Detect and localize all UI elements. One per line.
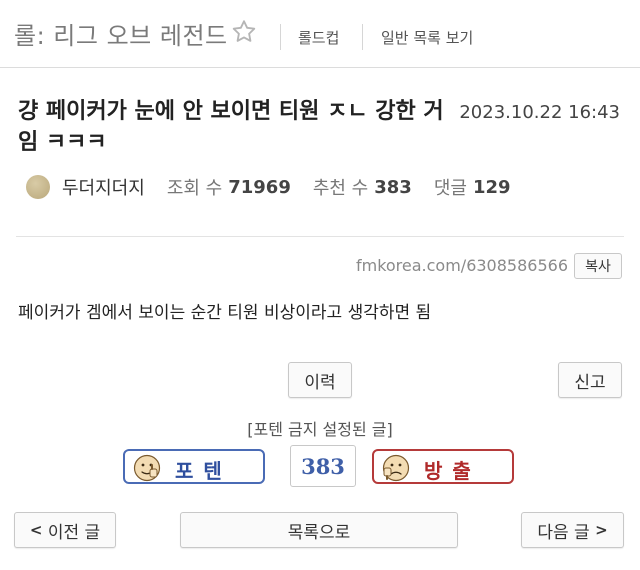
nav-link-general-list[interactable]: 일반 목록 보기 bbox=[381, 27, 473, 48]
report-button[interactable]: 신고 bbox=[558, 362, 622, 398]
post-meta: 두더지더지 조회 수 71969 추천 수 383 댓글 129 bbox=[26, 172, 533, 202]
next-post-label: 다음 글 bbox=[537, 522, 590, 543]
comments-count: 129 bbox=[472, 176, 511, 198]
short-url[interactable]: fmkorea.com/6308586566 bbox=[356, 256, 568, 275]
nav-divider bbox=[280, 24, 281, 50]
chevron-right-icon: > bbox=[595, 521, 608, 539]
views-label: 조회 수 bbox=[166, 178, 223, 199]
prev-post-label: 이전 글 bbox=[47, 522, 101, 543]
history-button[interactable]: 이력 bbox=[288, 362, 352, 398]
vote-up-button[interactable]: 포텐 bbox=[123, 449, 265, 484]
chevron-left-icon: < bbox=[29, 521, 43, 539]
comments-label: 댓글 bbox=[433, 178, 467, 199]
divider bbox=[16, 236, 624, 237]
copy-url-button[interactable]: 복사 bbox=[574, 253, 622, 279]
no-popular-notice: [포텐 금지 설정된 글] bbox=[247, 420, 393, 439]
vote-down-button[interactable]: 방출 bbox=[372, 449, 514, 484]
post-date: 2023.10.22 16:43 bbox=[459, 102, 620, 123]
thumbs-up-face-icon bbox=[133, 454, 161, 482]
board-header: 롤: 리그 오브 레전드 롤드컵 일반 목록 보기 bbox=[0, 0, 640, 68]
post-body: 페이커가 겜에서 보이는 순간 티원 비상이라고 생각하면 됨 bbox=[18, 303, 432, 323]
nav-divider bbox=[362, 24, 363, 50]
thumbs-down-face-icon bbox=[382, 454, 410, 482]
prev-post-button[interactable]: < 이전 글 bbox=[14, 512, 116, 548]
likes-count: 383 bbox=[374, 176, 412, 198]
next-post-button[interactable]: 다음 글 > bbox=[521, 512, 624, 548]
post-title: 걍 페이커가 눈에 안 보이면 티원 ㅈㄴ 강한 거임 ㅋㅋㅋ bbox=[18, 99, 444, 155]
vote-count: 383 bbox=[290, 445, 356, 487]
vote-up-label: 포텐 bbox=[175, 459, 232, 483]
star-icon[interactable] bbox=[230, 18, 258, 46]
avatar[interactable] bbox=[26, 175, 50, 199]
vote-down-label: 방출 bbox=[424, 459, 481, 483]
likes-label: 추천 수 bbox=[312, 178, 369, 199]
back-to-list-button[interactable]: 목록으로 bbox=[180, 512, 458, 548]
nav-link-worlds[interactable]: 롤드컵 bbox=[298, 27, 339, 48]
board-title[interactable]: 롤: 리그 오브 레전드 bbox=[14, 16, 228, 51]
views-count: 71969 bbox=[228, 176, 291, 198]
author-name[interactable]: 두더지더지 bbox=[62, 174, 145, 200]
